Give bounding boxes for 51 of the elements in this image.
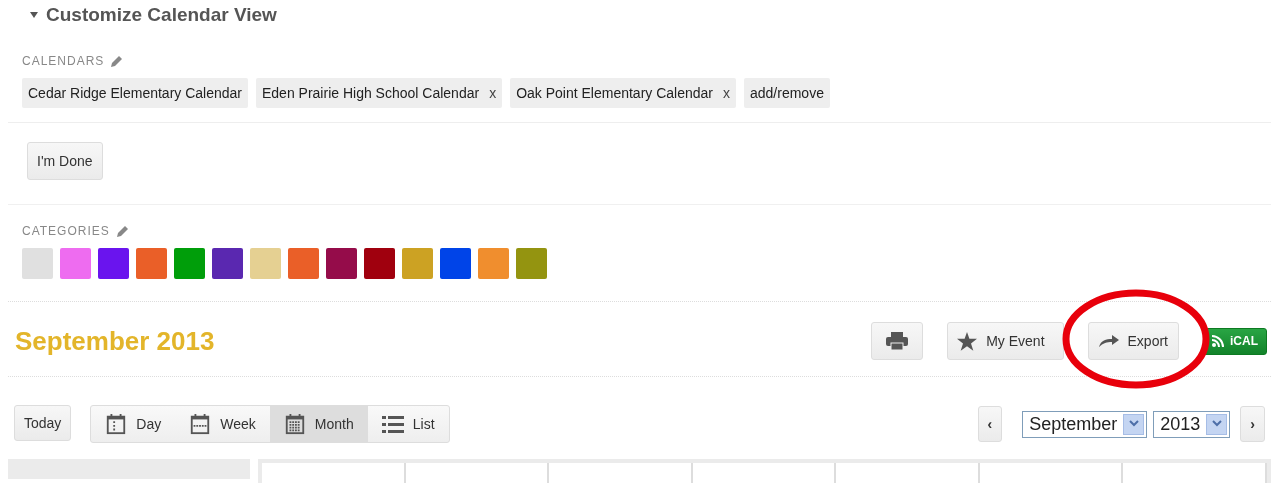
- month-title: September 2013: [15, 325, 215, 357]
- calendars-label: CALENDARS: [22, 54, 105, 68]
- next-button[interactable]: ›: [1240, 406, 1265, 442]
- add-remove-link[interactable]: add/remove: [744, 78, 830, 108]
- category-swatch[interactable]: [212, 248, 243, 279]
- calendar-name: Cedar Ridge Elementary Calendar: [28, 85, 242, 101]
- calendar-name: Oak Point Elementary Calendar: [516, 85, 713, 101]
- calendar-icon: [283, 412, 306, 436]
- year-select[interactable]: 2013: [1153, 410, 1231, 438]
- collapse-arrow-icon[interactable]: [30, 12, 38, 18]
- export-button[interactable]: Export: [1087, 322, 1179, 360]
- pencil-icon[interactable]: [115, 224, 129, 238]
- category-swatch[interactable]: [250, 248, 281, 279]
- category-swatch[interactable]: [440, 248, 471, 279]
- printer-icon: [886, 332, 909, 350]
- category-swatch[interactable]: [136, 248, 167, 279]
- category-swatch[interactable]: [516, 248, 547, 279]
- caret-icon: [1128, 420, 1139, 428]
- done-button[interactable]: I'm Done: [27, 142, 103, 180]
- ical-button[interactable]: iCAL: [1203, 327, 1267, 355]
- pencil-icon[interactable]: [110, 54, 124, 68]
- categories-label: CATEGORIES: [22, 224, 110, 238]
- view-tab[interactable]: Day: [91, 406, 176, 442]
- calendar-icon: [189, 412, 212, 436]
- remove-link[interactable]: x: [489, 85, 497, 101]
- today-button[interactable]: Today: [14, 405, 72, 441]
- category-swatch[interactable]: [326, 248, 357, 279]
- month-select[interactable]: September: [1022, 410, 1148, 438]
- remove-link[interactable]: x: [723, 85, 730, 101]
- category-swatch[interactable]: [174, 248, 205, 279]
- category-swatch[interactable]: [22, 248, 53, 279]
- view-tab[interactable]: Week: [175, 406, 270, 442]
- rss-icon: [1212, 335, 1224, 347]
- category-swatch[interactable]: [478, 248, 509, 279]
- share-arrow-icon: [1098, 335, 1119, 347]
- category-swatch[interactable]: [98, 248, 129, 279]
- category-swatch[interactable]: [364, 248, 395, 279]
- category-swatch[interactable]: [60, 248, 91, 279]
- previous-button[interactable]: ‹: [977, 406, 1003, 442]
- star-icon: [957, 331, 978, 351]
- section-title: Customize Calendar View: [46, 4, 277, 26]
- view-tab[interactable]: List: [367, 406, 449, 442]
- category-swatch[interactable]: [402, 248, 433, 279]
- caret-icon: [1211, 420, 1222, 428]
- print-button[interactable]: [871, 322, 924, 360]
- view-tab[interactable]: Month: [269, 406, 368, 442]
- list-icon: [381, 415, 404, 433]
- category-swatch[interactable]: [288, 248, 319, 279]
- calendar-name: Eden Prairie High School Calendar: [262, 85, 480, 101]
- calendar-icon: [105, 412, 128, 436]
- my-events-button[interactable]: My Event: [947, 322, 1064, 360]
